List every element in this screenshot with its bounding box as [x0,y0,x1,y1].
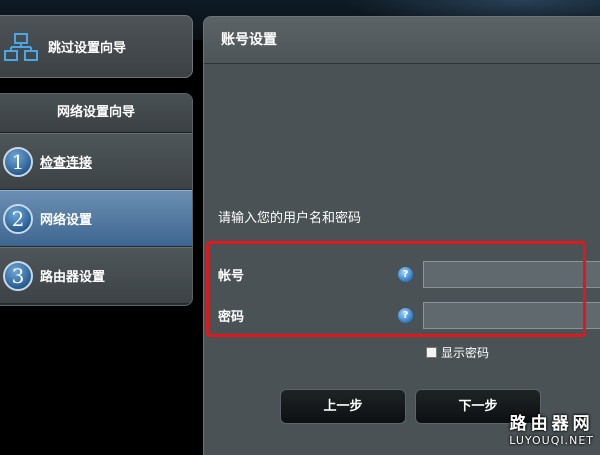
prev-button[interactable]: 上一步 [280,389,406,424]
step-label-check-connection: 检查连接 [40,156,93,171]
wizard-title: 网络设置向导 [0,94,192,133]
page-title: 账号设置 [204,17,600,64]
account-settings-panel: 账号设置 请输入您的用户名和密码 帐号 ? 密码 ? 显示密码 上一步 下一步 [203,16,600,455]
password-label: 密码 [218,310,245,325]
step-label-network-settings: 网络设置 [40,213,93,228]
network-icon [4,32,38,61]
step-number-1: 1 [3,146,33,177]
password-help-icon[interactable]: ? [398,308,413,323]
show-password-label: 显示密码 [441,346,490,360]
step-label-router-settings: 路由器设置 [40,270,106,285]
step-number-2: 2 [3,203,33,234]
skip-wizard-label: 跳过设置向导 [48,41,127,56]
account-help-icon[interactable]: ? [398,267,413,282]
step-number-3: 3 [3,260,33,291]
step-router-settings[interactable]: 3 路由器设置 [0,247,192,304]
step-network-settings[interactable]: 2 网络设置 [0,190,192,247]
account-label: 帐号 [218,269,245,284]
show-password-checkbox[interactable] [426,347,437,358]
show-password-option[interactable]: 显示密码 [426,344,489,361]
skip-wizard-button[interactable]: 跳过设置向导 [0,15,193,78]
password-input[interactable] [423,302,600,329]
password-row: 密码 ? [218,302,600,329]
setup-wizard-panel: 网络设置向导 1 检查连接 2 网络设置 3 路由器设置 [0,93,193,306]
watermark-en: LUYOUQI.NET [509,434,594,447]
instruction-text: 请输入您的用户名和密码 [218,211,362,226]
watermark-cn: 路由器网 [509,414,594,434]
account-row: 帐号 ? [218,261,600,288]
step-check-connection[interactable]: 1 检查连接 [0,133,192,190]
watermark: 路由器网 LUYOUQI.NET [509,409,594,447]
account-input[interactable] [423,261,600,288]
